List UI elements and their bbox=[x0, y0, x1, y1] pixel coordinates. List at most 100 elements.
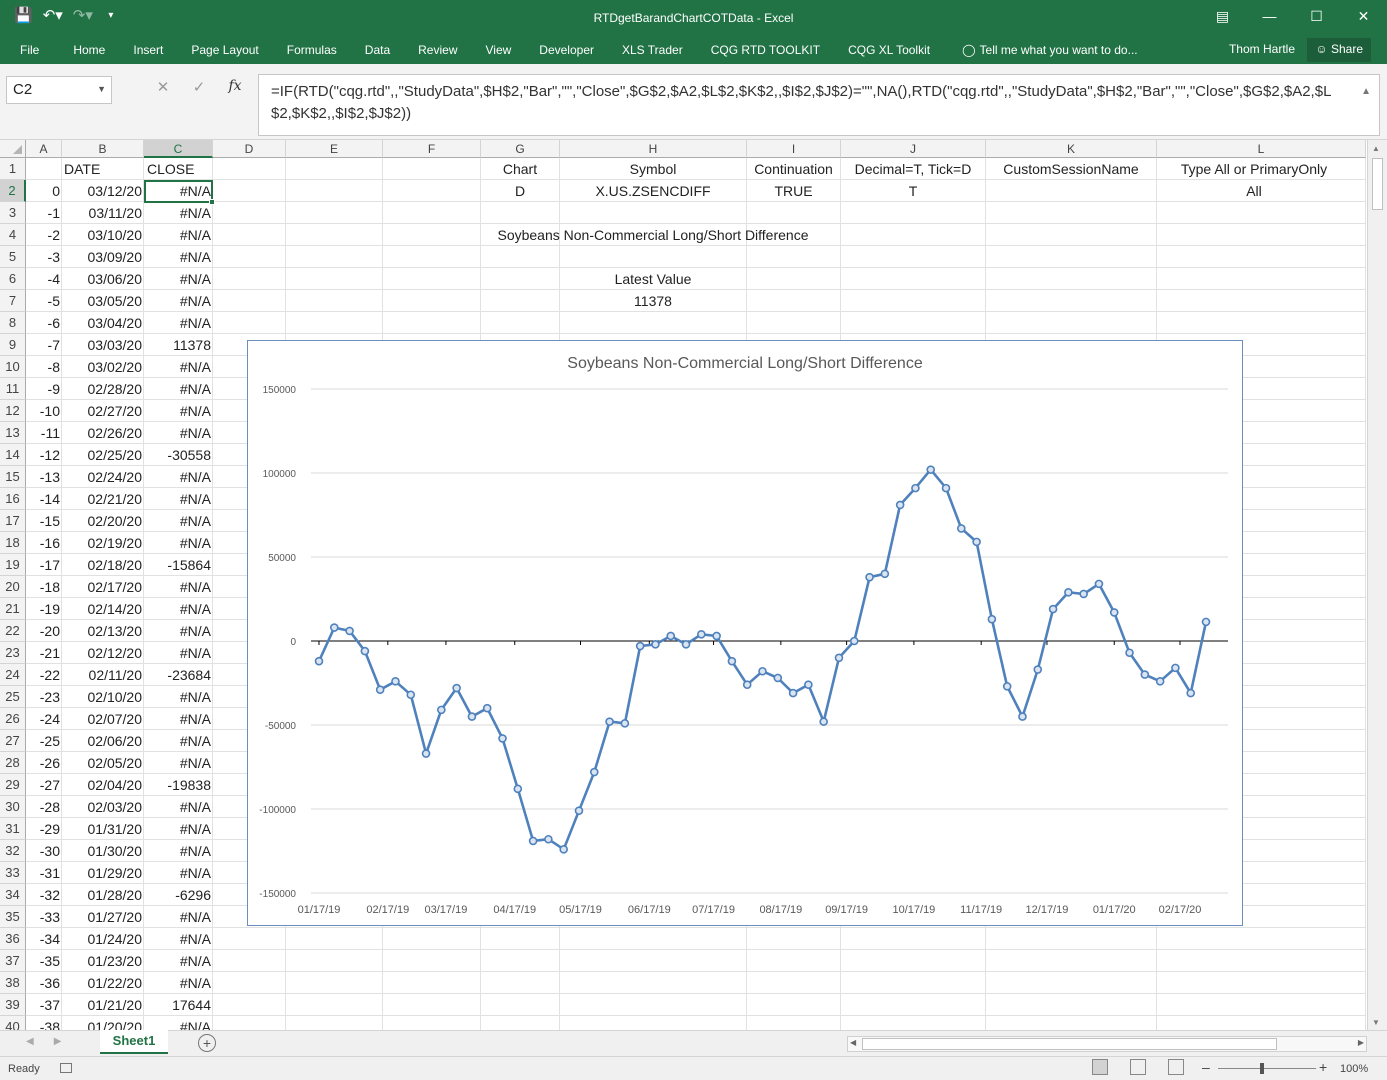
cell-c7[interactable]: #N/A bbox=[144, 290, 213, 312]
row-header-31[interactable]: 31 bbox=[0, 818, 26, 840]
cell-c9[interactable]: 11378 bbox=[144, 334, 213, 356]
cell-c22[interactable]: #N/A bbox=[144, 620, 213, 642]
row-header-33[interactable]: 33 bbox=[0, 862, 26, 884]
horizontal-scrollbar[interactable]: ◀ ▶ bbox=[847, 1036, 1367, 1052]
cell-c28[interactable]: #N/A bbox=[144, 752, 213, 774]
column-header-e[interactable]: E bbox=[286, 140, 383, 158]
cell-b2[interactable]: 03/12/20 bbox=[62, 180, 144, 202]
cell-a11[interactable]: -9 bbox=[26, 378, 62, 400]
chart-object[interactable]: Soybeans Non-Commercial Long/Short Diffe… bbox=[247, 340, 1243, 926]
zoom-level[interactable]: 100% bbox=[1340, 1063, 1368, 1075]
column-header-l[interactable]: L bbox=[1157, 140, 1366, 158]
next-sheet-icon[interactable]: ▶ bbox=[54, 1036, 62, 1047]
cell-b9[interactable]: 03/03/20 bbox=[62, 334, 144, 356]
maximize-icon[interactable]: ☐ bbox=[1293, 0, 1340, 32]
insert-function-icon[interactable]: fx bbox=[217, 78, 253, 96]
vertical-scroll-thumb[interactable] bbox=[1372, 158, 1383, 210]
cell-c32[interactable]: #N/A bbox=[144, 840, 213, 862]
column-header-a[interactable]: A bbox=[26, 140, 62, 158]
cell-b38[interactable]: 01/22/20 bbox=[62, 972, 144, 994]
cell-b40[interactable]: 01/20/20 bbox=[62, 1016, 144, 1030]
cell-a27[interactable]: -25 bbox=[26, 730, 62, 752]
cell-a5[interactable]: -3 bbox=[26, 246, 62, 268]
cell-c23[interactable]: #N/A bbox=[144, 642, 213, 664]
tab-view[interactable]: View bbox=[472, 43, 526, 57]
row-header-22[interactable]: 22 bbox=[0, 620, 26, 642]
cell-b12[interactable]: 02/27/20 bbox=[62, 400, 144, 422]
cell-c15[interactable]: #N/A bbox=[144, 466, 213, 488]
cell-b17[interactable]: 02/20/20 bbox=[62, 510, 144, 532]
cell-a14[interactable]: -12 bbox=[26, 444, 62, 466]
cell-a8[interactable]: -6 bbox=[26, 312, 62, 334]
chevron-up-icon[interactable]: ▲ bbox=[1361, 81, 1371, 103]
cell-a40[interactable]: -38 bbox=[26, 1016, 62, 1030]
tab-xls-trader[interactable]: XLS Trader bbox=[608, 43, 697, 57]
cell-c4[interactable]: #N/A bbox=[144, 224, 213, 246]
cell-j2-decimal[interactable]: T bbox=[841, 180, 985, 202]
row-header-25[interactable]: 25 bbox=[0, 686, 26, 708]
row-header-29[interactable]: 29 bbox=[0, 774, 26, 796]
cell-a37[interactable]: -35 bbox=[26, 950, 62, 972]
cell-a36[interactable]: -34 bbox=[26, 928, 62, 950]
cell-b8[interactable]: 03/04/20 bbox=[62, 312, 144, 334]
cell-g1-chart-header[interactable]: Chart bbox=[481, 158, 559, 180]
cell-b22[interactable]: 02/13/20 bbox=[62, 620, 144, 642]
enter-icon[interactable]: ✓ bbox=[181, 78, 217, 96]
cell-b21[interactable]: 02/14/20 bbox=[62, 598, 144, 620]
cell-b28[interactable]: 02/05/20 bbox=[62, 752, 144, 774]
row-header-19[interactable]: 19 bbox=[0, 554, 26, 576]
scroll-down-icon[interactable]: ▼ bbox=[1372, 1018, 1380, 1027]
cell-a21[interactable]: -19 bbox=[26, 598, 62, 620]
row-header-3[interactable]: 3 bbox=[0, 202, 26, 224]
column-header-j[interactable]: J bbox=[841, 140, 986, 158]
cell-a12[interactable]: -10 bbox=[26, 400, 62, 422]
cell-c21[interactable]: #N/A bbox=[144, 598, 213, 620]
cell-b16[interactable]: 02/21/20 bbox=[62, 488, 144, 510]
row-header-27[interactable]: 27 bbox=[0, 730, 26, 752]
cell-b10[interactable]: 03/02/20 bbox=[62, 356, 144, 378]
cell-a20[interactable]: -18 bbox=[26, 576, 62, 598]
scroll-left-icon[interactable]: ◀ bbox=[850, 1038, 856, 1047]
minimize-icon[interactable]: — bbox=[1246, 0, 1293, 32]
cell-b11[interactable]: 02/28/20 bbox=[62, 378, 144, 400]
row-header-8[interactable]: 8 bbox=[0, 312, 26, 334]
cell-b25[interactable]: 02/10/20 bbox=[62, 686, 144, 708]
cell-b36[interactable]: 01/24/20 bbox=[62, 928, 144, 950]
column-header-k[interactable]: K bbox=[986, 140, 1157, 158]
cell-c14[interactable]: -30558 bbox=[144, 444, 213, 466]
selected-cell-c2[interactable] bbox=[144, 180, 215, 205]
cell-b18[interactable]: 02/19/20 bbox=[62, 532, 144, 554]
column-header-g[interactable]: G bbox=[481, 140, 560, 158]
vertical-scrollbar[interactable]: ▲ ▼ bbox=[1367, 140, 1387, 1030]
cell-h1-symbol-header[interactable]: Symbol bbox=[560, 158, 746, 180]
tab-file[interactable]: File bbox=[0, 43, 59, 57]
zoom-out-icon[interactable]: – bbox=[1202, 1059, 1210, 1075]
worksheet-grid[interactable]: ABCDEFGHIJKL 1 2 3 4 5 6 7 8 9 10 11 12 13 14 15 16 17 18… bbox=[0, 140, 1387, 1030]
cell-a9[interactable]: -7 bbox=[26, 334, 62, 356]
cell-a39[interactable]: -37 bbox=[26, 994, 62, 1016]
cell-b32[interactable]: 01/30/20 bbox=[62, 840, 144, 862]
tell-me-box[interactable]: ◯ Tell me what you want to do... bbox=[948, 43, 1152, 57]
row-header-32[interactable]: 32 bbox=[0, 840, 26, 862]
cell-c24[interactable]: -23684 bbox=[144, 664, 213, 686]
row-header-26[interactable]: 26 bbox=[0, 708, 26, 730]
cell-c6[interactable]: #N/A bbox=[144, 268, 213, 290]
cell-c11[interactable]: #N/A bbox=[144, 378, 213, 400]
name-box[interactable]: C2 ▼ bbox=[6, 76, 112, 104]
cell-c31[interactable]: #N/A bbox=[144, 818, 213, 840]
cancel-icon[interactable]: ✕ bbox=[145, 78, 181, 96]
cell-b31[interactable]: 01/31/20 bbox=[62, 818, 144, 840]
cell-b35[interactable]: 01/27/20 bbox=[62, 906, 144, 928]
share-button[interactable]: ☺ Share bbox=[1307, 38, 1371, 62]
cell-b7[interactable]: 03/05/20 bbox=[62, 290, 144, 312]
row-header-36[interactable]: 36 bbox=[0, 928, 26, 950]
cell-a19[interactable]: -17 bbox=[26, 554, 62, 576]
cell-c8[interactable]: #N/A bbox=[144, 312, 213, 334]
cell-b4[interactable]: 03/10/20 bbox=[62, 224, 144, 246]
tab-insert[interactable]: Insert bbox=[119, 43, 177, 57]
tab-data[interactable]: Data bbox=[351, 43, 404, 57]
cell-a35[interactable]: -33 bbox=[26, 906, 62, 928]
cell-c35[interactable]: #N/A bbox=[144, 906, 213, 928]
page-layout-view-icon[interactable] bbox=[1130, 1059, 1146, 1075]
fill-handle[interactable] bbox=[209, 199, 215, 205]
